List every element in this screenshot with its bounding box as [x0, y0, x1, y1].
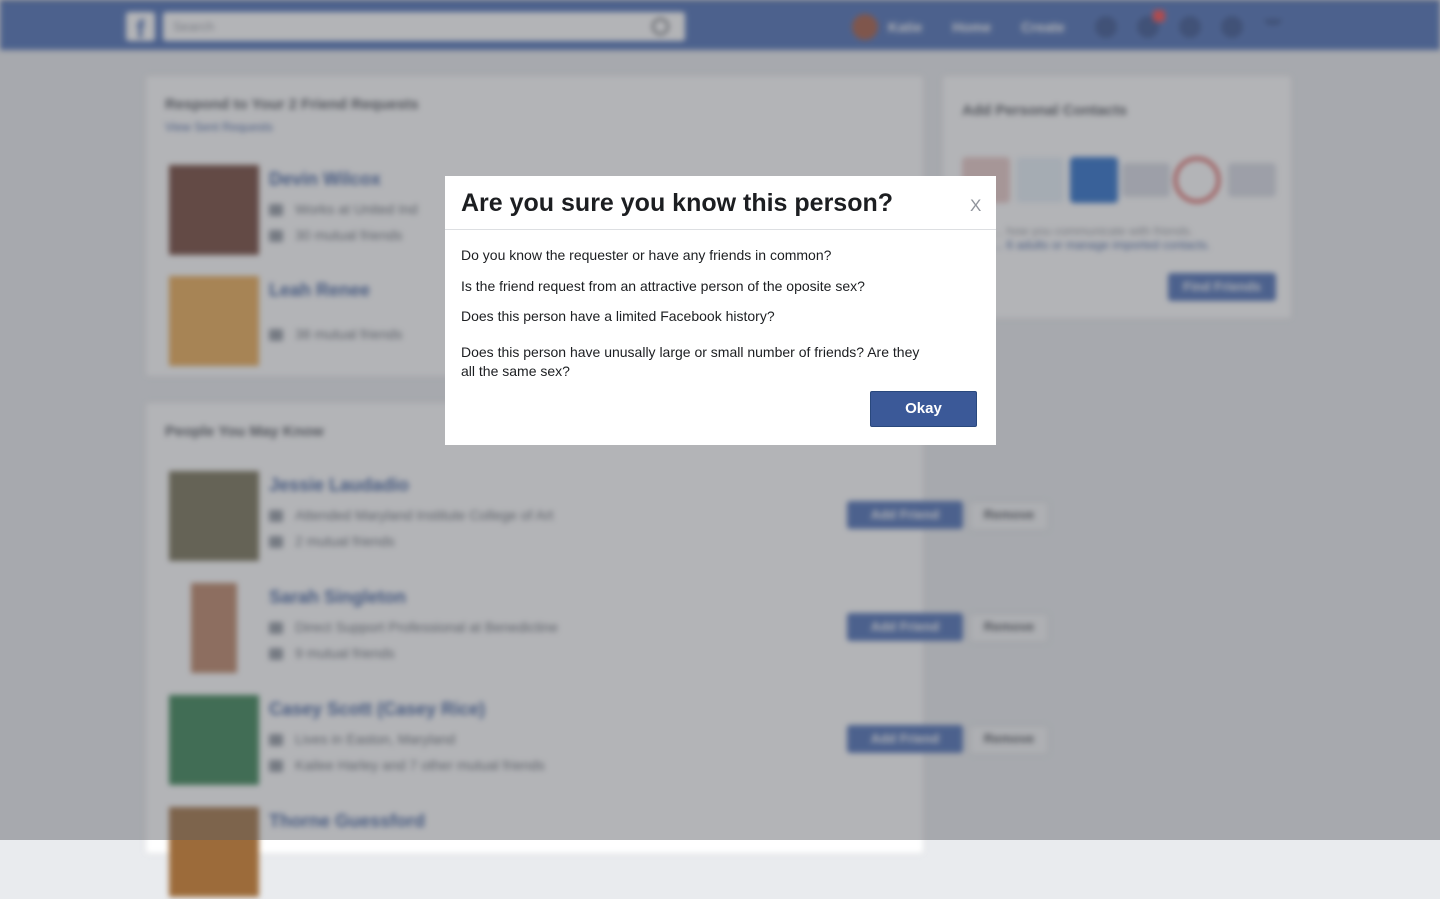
okay-button[interactable]: Okay: [870, 391, 977, 427]
question-text: Does this person have unusally large or …: [461, 344, 920, 379]
question-text: Is the friend request from an attractive…: [461, 278, 865, 294]
dialog-header: Are you sure you know this person? X: [445, 176, 996, 230]
dialog-title: Are you sure you know this person?: [461, 189, 894, 217]
question-text: Does this person have a limited Facebook…: [461, 308, 775, 324]
close-icon[interactable]: X: [970, 196, 981, 216]
confirmation-dialog: Are you sure you know this person? X Do …: [445, 176, 996, 445]
question-text: Do you know the requester or have any fr…: [461, 247, 832, 263]
